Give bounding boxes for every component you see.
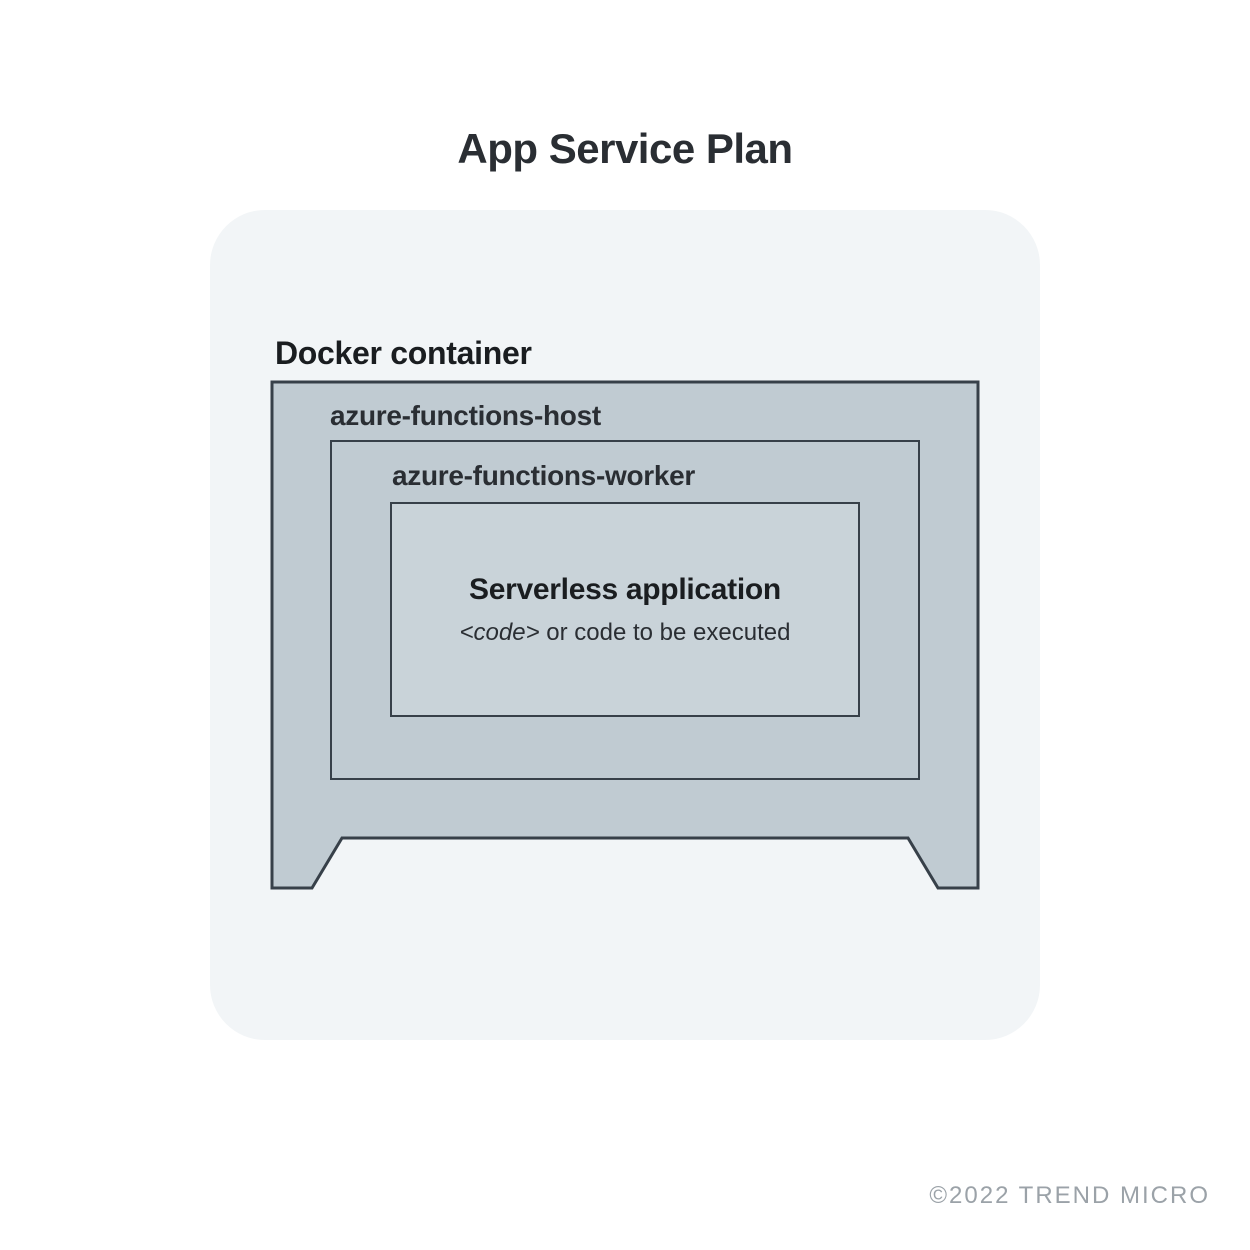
code-placeholder: <code> bbox=[460, 619, 540, 646]
serverless-application-subtitle: <code> or code to be executed bbox=[460, 619, 791, 647]
docker-container-label: Docker container bbox=[275, 335, 532, 372]
azure-functions-host-label: azure-functions-host bbox=[330, 400, 601, 432]
azure-functions-worker-box: azure-functions-worker Serverless applic… bbox=[330, 440, 920, 780]
serverless-application-title: Serverless application bbox=[469, 573, 781, 607]
subtitle-text: or code to be executed bbox=[540, 619, 791, 646]
app-service-plan-card: Docker container azure-functions-host az… bbox=[210, 210, 1040, 1040]
azure-functions-worker-label: azure-functions-worker bbox=[392, 460, 695, 492]
serverless-application-box: Serverless application <code> or code to… bbox=[390, 502, 860, 717]
diagram-title: App Service Plan bbox=[0, 0, 1250, 173]
copyright-text: ©2022 TREND MICRO bbox=[929, 1182, 1210, 1210]
